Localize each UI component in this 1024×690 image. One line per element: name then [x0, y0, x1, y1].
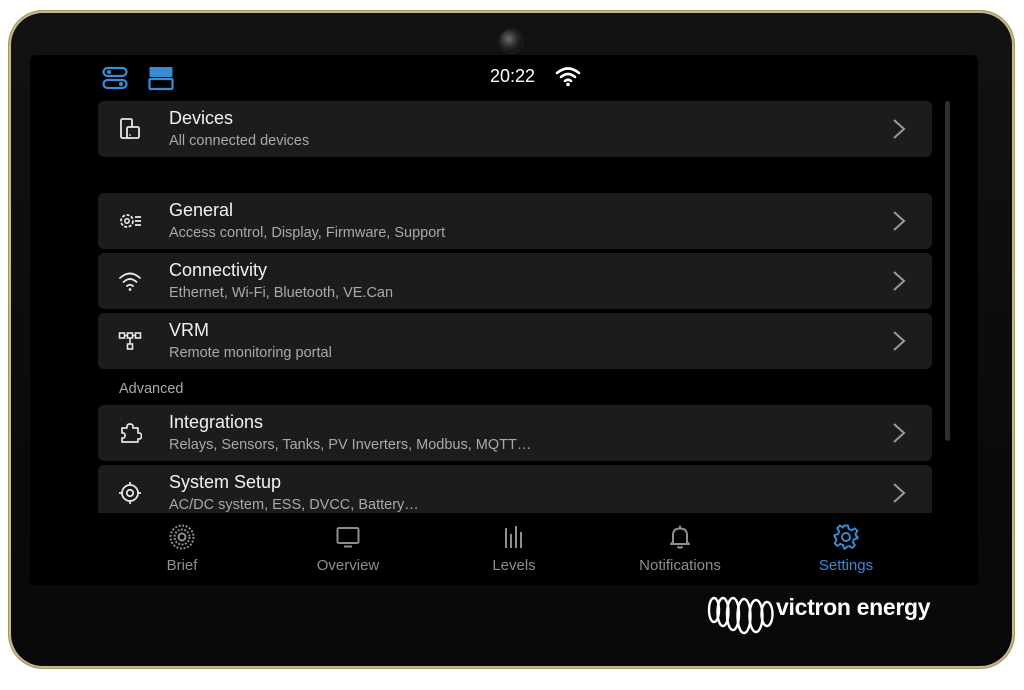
brand-logo: victron energy — [702, 590, 952, 640]
settings-item-title: Devices — [169, 108, 234, 128]
target-icon — [119, 482, 141, 504]
brand-name: victron energy — [776, 594, 931, 620]
chevron-right-icon — [893, 211, 906, 231]
wifi-icon — [119, 272, 141, 291]
tab-brief[interactable]: Brief — [99, 517, 265, 585]
settings-item-subtitle: AC/DC system, ESS, DVCC, Battery… — [169, 497, 419, 513]
gear-icon — [833, 524, 859, 550]
chevron-right-icon — [893, 271, 906, 291]
settings-item-title: Connectivity — [169, 260, 268, 280]
tab-label: Levels — [492, 557, 536, 574]
settings-item-title: Integrations — [169, 412, 264, 432]
tab-label: Notifications — [639, 557, 721, 574]
front-camera — [500, 30, 522, 52]
settings-item-system-setup[interactable]: System Setup AC/DC system, ESS, DVCC, Ba… — [98, 465, 932, 513]
network-nodes-icon — [118, 332, 142, 350]
status-bar: 20:22 — [30, 55, 978, 99]
tab-settings[interactable]: Settings — [763, 517, 929, 585]
settings-item-vrm[interactable]: VRM Remote monitoring portal — [98, 313, 932, 369]
chevron-right-icon — [893, 423, 906, 443]
victron-logo — [707, 596, 774, 635]
settings-list: Devices All connected devices General Ac… — [98, 101, 932, 513]
section-header-advanced: Advanced — [119, 381, 184, 397]
monitor-icon — [336, 527, 360, 548]
levels-bars-icon — [505, 526, 522, 548]
devices-icon — [120, 118, 140, 139]
tab-levels[interactable]: Levels — [431, 517, 597, 585]
brief-dial-icon — [169, 524, 195, 550]
list-scrollbar[interactable] — [945, 101, 950, 441]
bottom-tab-bar: Brief Overview Levels Notifications Sett… — [30, 517, 978, 585]
settings-item-subtitle: Ethernet, Wi-Fi, Bluetooth, VE.Can — [169, 285, 394, 301]
settings-item-subtitle: All connected devices — [169, 133, 310, 149]
settings-item-subtitle: Relays, Sensors, Tanks, PV Inverters, Mo… — [169, 437, 532, 453]
touch-screen: 20:22 Devices All connected devices Gene… — [30, 55, 978, 585]
tab-overview[interactable]: Overview — [265, 517, 431, 585]
gear-list-icon — [120, 214, 141, 228]
settings-item-title: System Setup — [169, 472, 282, 492]
tab-label: Overview — [316, 557, 380, 574]
settings-item-integrations[interactable]: Integrations Relays, Sensors, Tanks, PV … — [98, 405, 932, 461]
tab-label: Brief — [166, 557, 198, 574]
toggle-switches-icon[interactable] — [102, 65, 128, 91]
settings-item-devices[interactable]: Devices All connected devices — [98, 101, 932, 157]
wifi-icon — [555, 67, 581, 87]
settings-item-general[interactable]: General Access control, Display, Firmwar… — [98, 193, 932, 249]
settings-item-subtitle: Remote monitoring portal — [169, 345, 332, 361]
chevron-right-icon — [893, 483, 906, 503]
bell-icon — [670, 525, 690, 549]
puzzle-icon — [121, 423, 142, 443]
settings-item-title: General — [169, 200, 234, 220]
tab-notifications[interactable]: Notifications — [597, 517, 763, 585]
settings-item-connectivity[interactable]: Connectivity Ethernet, Wi-Fi, Bluetooth,… — [98, 253, 932, 309]
settings-item-title: VRM — [169, 320, 209, 340]
settings-item-subtitle: Access control, Display, Firmware, Suppo… — [169, 225, 446, 241]
chevron-right-icon — [893, 331, 906, 351]
layout-split-icon[interactable] — [148, 65, 174, 91]
tab-label: Settings — [818, 557, 874, 574]
chevron-right-icon — [893, 119, 906, 139]
clock: 20:22 — [490, 66, 536, 86]
